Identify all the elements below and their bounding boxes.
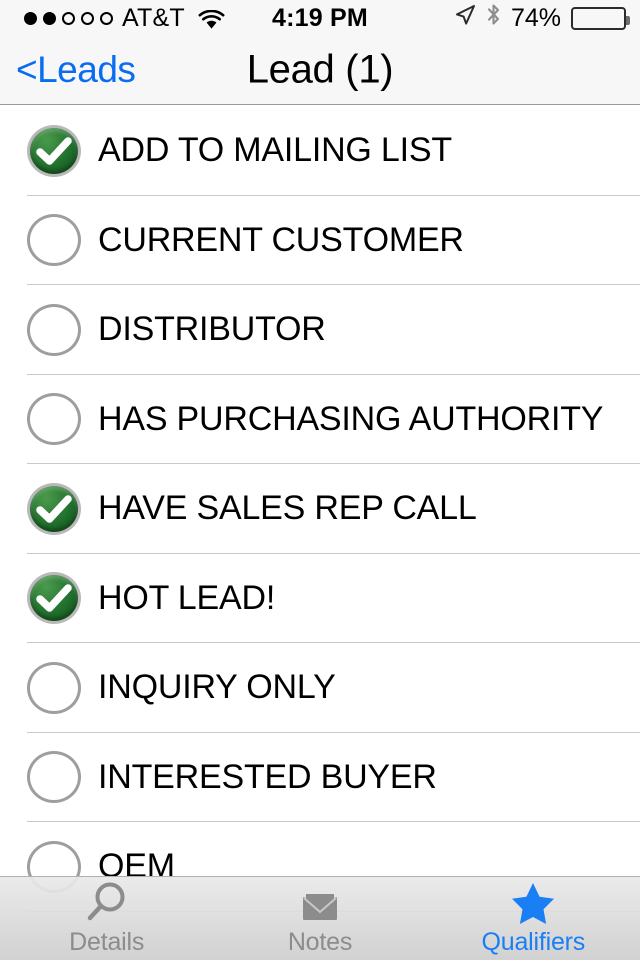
navigation-bar: <Leads Lead (1) xyxy=(0,36,640,105)
magnifier-icon xyxy=(83,880,131,926)
list-item-label: ADD TO MAILING LIST xyxy=(98,131,452,170)
tab-notes[interactable]: Notes xyxy=(213,877,426,960)
checkbox-checked-icon[interactable] xyxy=(27,124,81,177)
list-item-label: HOT LEAD! xyxy=(98,578,276,617)
list-item[interactable]: INTERESTED BUYER xyxy=(0,732,640,822)
list-item[interactable]: HAS PURCHASING AUTHORITY xyxy=(0,374,640,464)
checkbox-unchecked-icon[interactable] xyxy=(27,303,81,356)
checkbox-unchecked-icon[interactable] xyxy=(27,393,81,446)
list-item-label: DISTRIBUTOR xyxy=(98,310,326,349)
checkbox-checked-icon[interactable] xyxy=(27,482,81,535)
checkbox-unchecked-icon[interactable] xyxy=(27,214,81,267)
list-item-label: HAS PURCHASING AUTHORITY xyxy=(98,399,604,438)
tab-label: Details xyxy=(69,928,145,956)
list-item[interactable]: CURRENT CUSTOMER xyxy=(0,195,640,285)
list-item[interactable]: HOT LEAD! xyxy=(0,553,640,643)
checkbox-checked-icon[interactable] xyxy=(27,572,81,625)
list-item-label: CURRENT CUSTOMER xyxy=(98,220,464,259)
star-icon xyxy=(509,880,557,926)
tab-details[interactable]: Details xyxy=(0,877,213,960)
page-title: Lead (1) xyxy=(246,47,394,92)
qualifiers-list[interactable]: ADD TO MAILING LIST CURRENT CUSTOMER DISTR… xyxy=(0,106,640,960)
list-item[interactable]: HAVE SALES REP CALL xyxy=(0,464,640,554)
battery-percent-label: 74% xyxy=(510,3,561,32)
app-screen: AT&T 4:19 PM 74% <Leads Lead (1) ADD TO … xyxy=(0,0,640,960)
location-arrow-icon xyxy=(454,4,476,33)
list-item-label: INQUIRY ONLY xyxy=(98,668,336,707)
status-bar-right: 74% xyxy=(454,3,630,33)
list-item-label: INTERESTED BUYER xyxy=(98,757,437,796)
checkbox-unchecked-icon[interactable] xyxy=(27,751,81,804)
tab-bar: Details Notes Qualifiers xyxy=(0,876,640,960)
list-item[interactable]: ADD TO MAILING LIST xyxy=(0,106,640,196)
status-bar: AT&T 4:19 PM 74% xyxy=(0,0,640,36)
checkbox-unchecked-icon[interactable] xyxy=(27,661,81,714)
tab-label: Notes xyxy=(287,928,353,956)
envelope-icon xyxy=(296,880,344,926)
list-item[interactable]: INQUIRY ONLY xyxy=(0,643,640,733)
bluetooth-icon xyxy=(486,3,501,33)
tab-qualifiers[interactable]: Qualifiers xyxy=(427,877,640,960)
tab-label: Qualifiers xyxy=(481,928,586,956)
list-item-label: HAVE SALES REP CALL xyxy=(98,489,477,528)
battery-icon xyxy=(571,6,630,30)
list-item[interactable]: DISTRIBUTOR xyxy=(0,285,640,375)
